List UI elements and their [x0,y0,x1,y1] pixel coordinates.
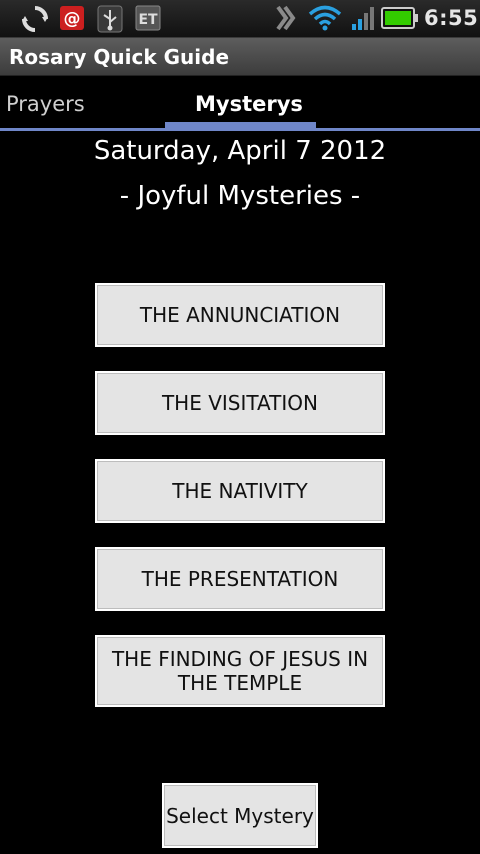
mystery-set-title: - Joyful Mysteries - [119,181,361,211]
current-date: Saturday, April 7 2012 [93,136,387,166]
battery-icon [381,6,419,34]
mystery-button-presentation[interactable]: THE PRESENTATION [95,547,385,611]
mystery-button-nativity[interactable]: THE NATIVITY [95,459,385,523]
sync-icon [20,4,50,38]
status-bar: @ ET 6:55 [0,0,480,38]
email-notification-icon: @ [59,5,85,35]
wifi-icon [308,4,342,36]
usb-icon [97,5,123,37]
app-title-bar: Rosary Quick Guide [0,38,480,76]
mystery-button-visitation[interactable]: THE VISITATION [95,371,385,435]
tab-mysterys[interactable]: Mysterys [195,92,303,116]
svg-text:@: @ [64,9,81,29]
select-mystery-button[interactable]: Select Mystery [162,783,318,848]
mystery-button-annunciation[interactable]: THE ANNUNCIATION [95,283,385,347]
tab-bar: Prayers Mysterys [0,76,480,132]
svg-text:ET: ET [138,12,158,28]
cellular-signal-icon [350,4,376,36]
tab-prayers[interactable]: Prayers [6,92,85,116]
app-title: Rosary Quick Guide [9,45,230,69]
signal-strength-icon [274,4,300,36]
mystery-button-finding-in-temple[interactable]: THE FINDING OF JESUS IN THE TEMPLE [95,635,385,707]
et-app-icon: ET [135,5,161,35]
status-clock: 6:55 [424,6,479,30]
tab-underline [0,128,480,131]
